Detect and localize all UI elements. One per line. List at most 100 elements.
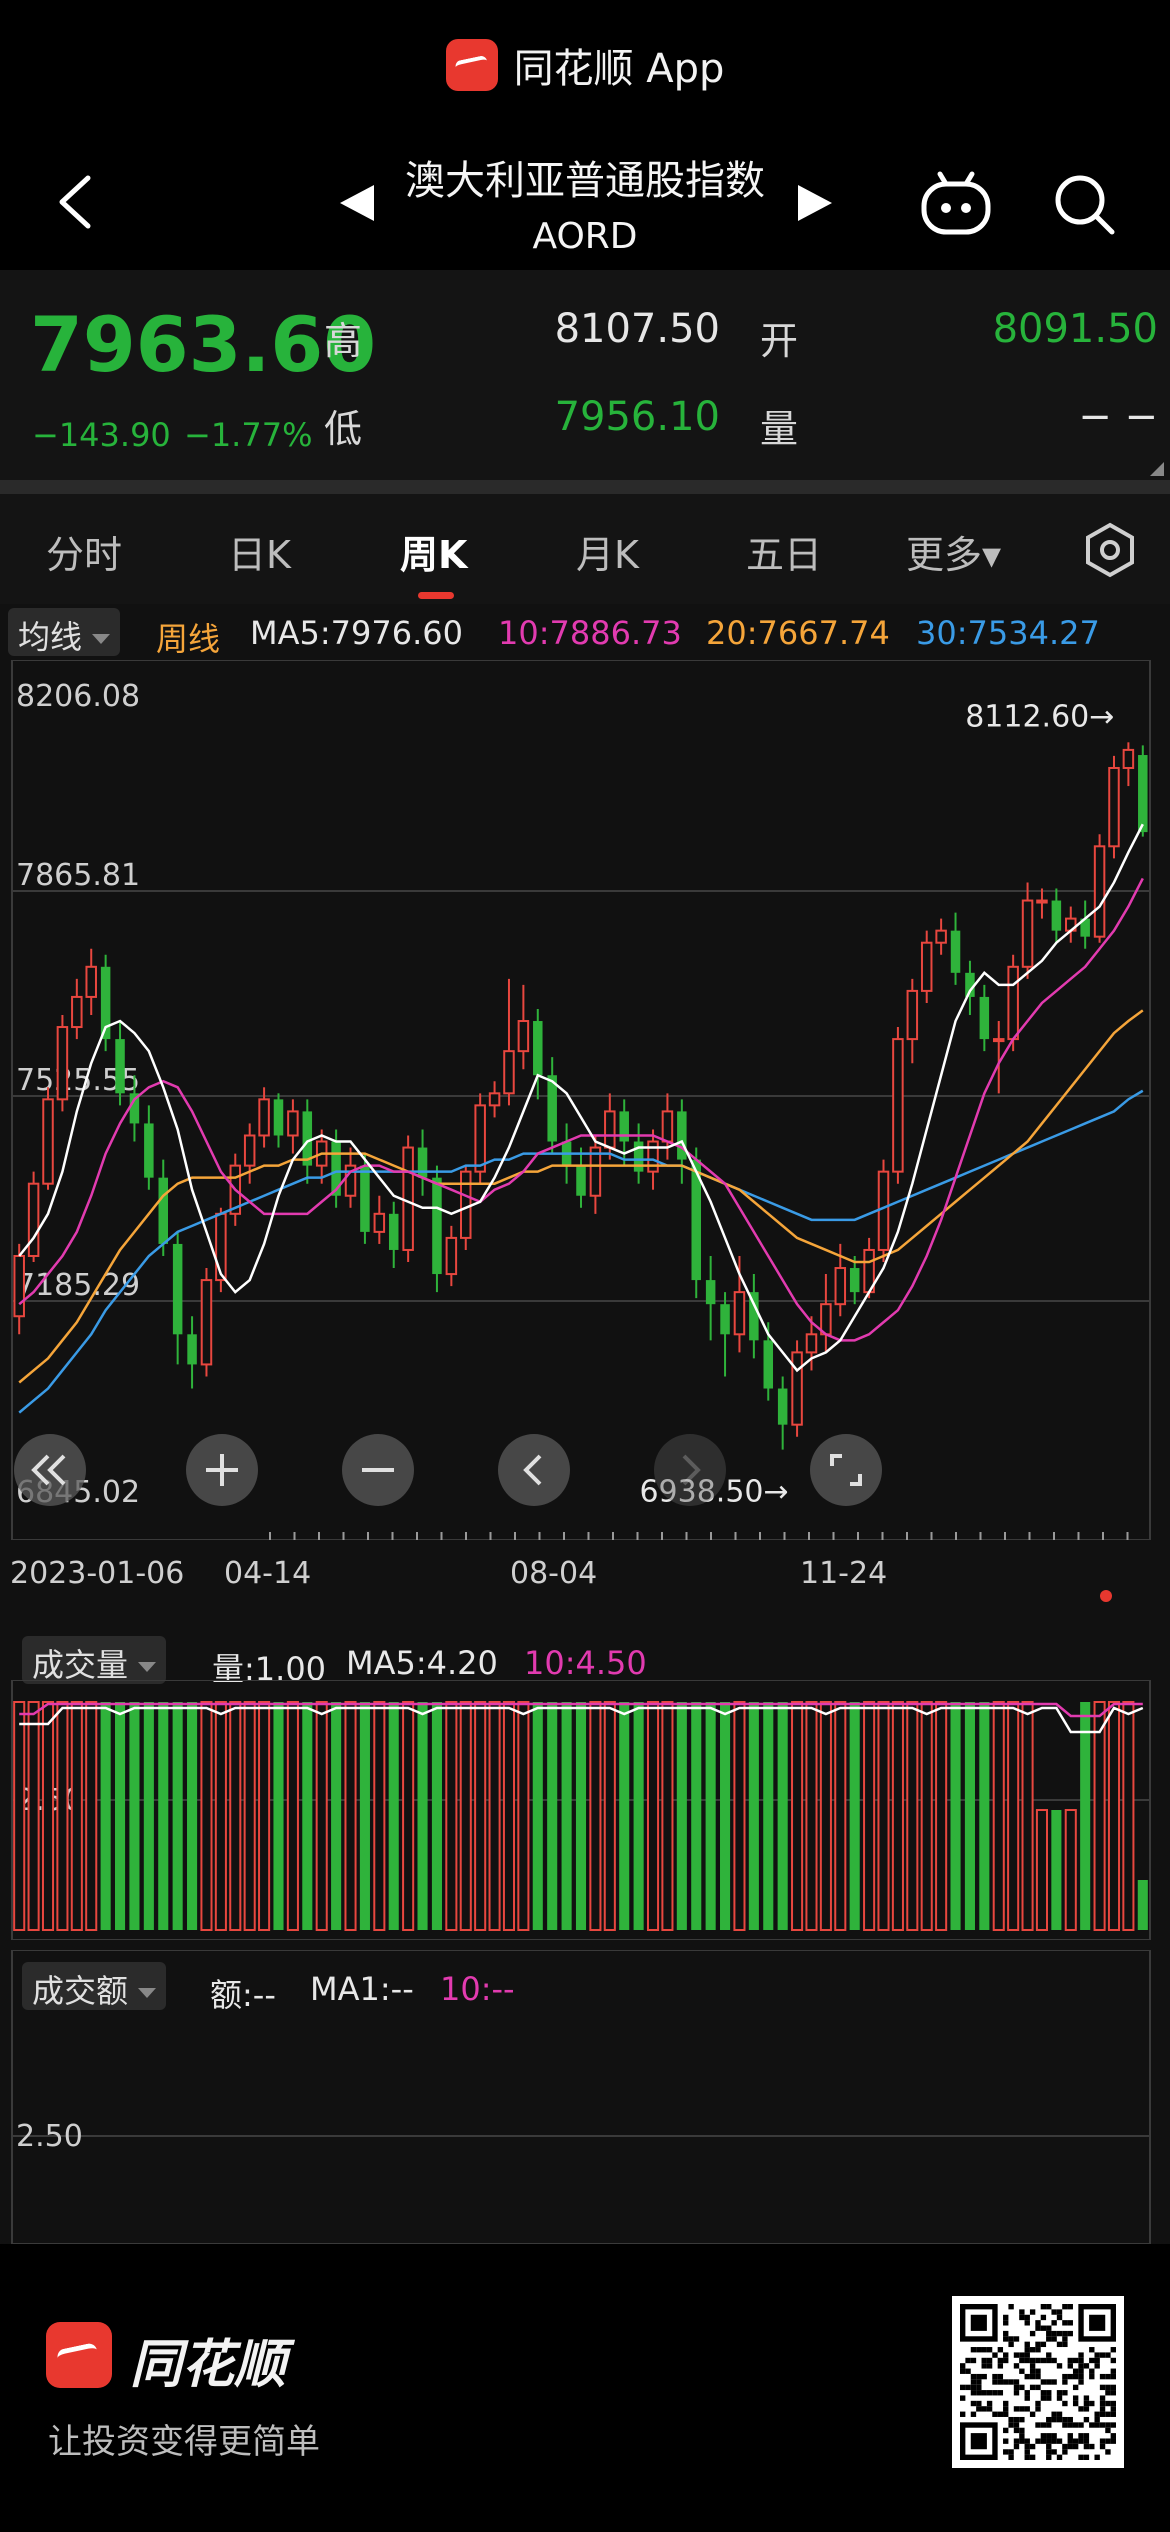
qr-module (1099, 2443, 1106, 2450)
qr-module (1040, 2422, 1047, 2428)
x-axis-date: 04-14 (224, 1556, 312, 1591)
qr-module (1062, 2443, 1068, 2450)
settings-hexagon-icon[interactable] (1082, 522, 1138, 578)
volume-bar (229, 1701, 242, 1931)
back-arrow-icon[interactable] (48, 172, 108, 232)
tab-five-day[interactable]: 五日 (746, 524, 822, 579)
scroll-right-button[interactable] (654, 1434, 726, 1506)
low-label: 低 (324, 407, 363, 451)
search-icon[interactable] (1052, 172, 1116, 236)
qr-module (1056, 2411, 1063, 2417)
qr-module (1099, 2438, 1106, 2444)
zoom-out-button[interactable] (342, 1434, 414, 1506)
qr-module (981, 2347, 987, 2353)
qr-module (1072, 2443, 1079, 2450)
qr-module (1019, 2433, 1025, 2439)
volume-label: 量 (760, 407, 799, 451)
qr-module (1078, 2379, 1084, 2385)
qr-module (992, 2411, 998, 2417)
volume-bar (619, 1702, 630, 1930)
qr-module (1062, 2320, 1068, 2326)
qr-module (1089, 2400, 1095, 2407)
qr-module (992, 2390, 998, 2396)
qr-module (1099, 2422, 1106, 2428)
qr-module (1083, 2400, 1090, 2407)
qr-module (1046, 2304, 1052, 2310)
volume-bar (561, 1702, 572, 1930)
x-axis-date: 11-24 (800, 1556, 888, 1591)
qr-module (970, 2390, 977, 2396)
fullscreen-button[interactable] (810, 1434, 882, 1506)
qr-module (1072, 2438, 1079, 2444)
ma5-line (18, 823, 1144, 1373)
dropdown-caret-icon (92, 634, 111, 644)
ma20-value: 20:7667.74 (706, 614, 890, 652)
tab-timeshare[interactable]: 分时 (46, 524, 122, 579)
tab-daily-k[interactable]: 日K (228, 524, 291, 579)
qr-module (960, 2395, 966, 2401)
qr-module (1083, 2443, 1090, 2450)
tab-more[interactable]: 更多▾ (906, 524, 1001, 579)
candle-body (287, 1110, 299, 1137)
qr-module (1110, 2347, 1116, 2353)
qr-module (992, 2379, 998, 2385)
qr-module (976, 2390, 982, 2396)
volume-bar (935, 1701, 948, 1931)
qr-module (965, 2368, 971, 2374)
qr-module (1008, 2304, 1014, 2310)
expand-corner-icon[interactable] (1150, 462, 1164, 476)
qr-module (970, 2384, 977, 2391)
tab-weekly-k[interactable]: 周K (400, 524, 467, 579)
volume-bar (589, 1701, 602, 1931)
candle-body (979, 996, 990, 1040)
rewind-button[interactable] (14, 1434, 86, 1506)
qr-module (1024, 2449, 1030, 2455)
qr-module (1110, 2384, 1116, 2391)
kline-chart[interactable]: 8206.087865.817525.557185.296845.028112.… (0, 660, 1170, 1540)
volume-bar (661, 1701, 674, 1931)
qr-module (1089, 2357, 1095, 2364)
volume-bar (1080, 1702, 1091, 1930)
qr-module (1035, 2438, 1041, 2444)
volume-bar (691, 1702, 702, 1930)
candle-body (906, 989, 919, 1041)
volume-bar (258, 1701, 271, 1931)
ma-selector-label: 均线 (18, 618, 83, 656)
candle-body (892, 1038, 904, 1173)
next-index-arrow-icon[interactable] (798, 185, 832, 221)
amount-chart[interactable]: 2.50 (0, 1950, 1170, 2244)
qr-module (1083, 2433, 1090, 2439)
qr-module (992, 2373, 998, 2380)
tab-monthly-k[interactable]: 月K (576, 524, 639, 579)
candle-body (1007, 965, 1019, 1041)
qr-module (1029, 2368, 1036, 2374)
qr-module (1029, 2347, 1036, 2353)
volume-bar (891, 1701, 904, 1931)
qr-module (1019, 2357, 1025, 2364)
qr-module (1013, 2379, 1020, 2385)
volume-bar (85, 1701, 98, 1931)
ma10-value: 10:7886.73 (498, 614, 682, 652)
ma-type-selector[interactable]: 均线 (8, 608, 121, 656)
candle-body (445, 1236, 458, 1276)
candle-body (402, 1146, 414, 1251)
qr-module (1105, 2422, 1111, 2428)
qr-module (1046, 2422, 1052, 2428)
qr-module (970, 2400, 977, 2407)
qr-module (1040, 2433, 1047, 2439)
candle-body (517, 1020, 530, 1053)
volume-chart[interactable]: 2.50 (0, 1680, 1170, 1940)
candle-body (331, 1141, 341, 1196)
volume-indicator-selector[interactable]: 成交量 (22, 1636, 167, 1684)
zoom-in-button[interactable] (186, 1434, 258, 1506)
qr-module (1013, 2422, 1020, 2428)
prev-index-arrow-icon[interactable] (340, 185, 374, 221)
qr-module (976, 2400, 982, 2407)
scroll-left-button[interactable] (498, 1434, 570, 1506)
qr-module (1019, 2384, 1025, 2391)
qr-module (1019, 2309, 1025, 2315)
open-value: 8091.50 (992, 306, 1158, 352)
robot-assistant-icon[interactable] (918, 168, 994, 238)
candle-body (661, 1110, 674, 1143)
qr-module (1035, 2384, 1041, 2391)
